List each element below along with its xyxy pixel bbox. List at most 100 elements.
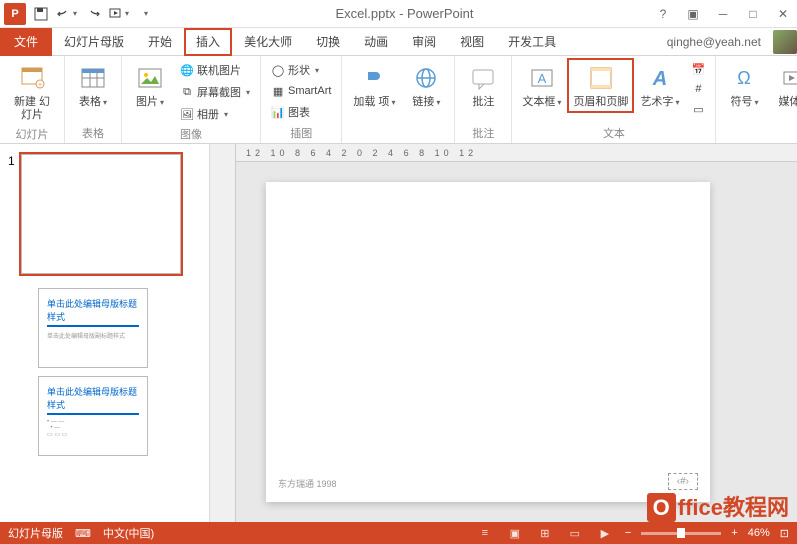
reading-view-icon[interactable]: ▭ [565,525,585,541]
status-bar: 幻灯片母版 ⌨ 中文(中国) ≡ ▣ ⊞ ▭ ▶ − + 46% ⊡ [0,522,797,544]
zoom-level[interactable]: 46% [748,527,770,539]
online-picture-icon: 🌐 [180,63,194,77]
svg-text:A: A [538,71,547,86]
workspace: 1 ★📌 单击此处编辑母版标题样式 单击此处编辑母版副标题样式 单击此处编辑母版… [0,144,797,522]
hyperlink-button[interactable]: 链接▾ [404,60,448,111]
quick-access-toolbar: P ▾ ▾ ▾ [4,3,156,25]
close-icon[interactable]: ✕ [773,4,793,24]
slide-footer-brand: 东方瑞通 1998 [278,477,337,490]
redo-icon[interactable] [82,3,104,25]
qat-customize-icon[interactable]: ▾ [134,3,156,25]
svg-text:Ω: Ω [738,68,751,88]
save-icon[interactable] [30,3,52,25]
table-button[interactable]: 表格▾ [71,60,115,111]
tab-file[interactable]: 文件 [0,28,52,56]
thumb-number: 1 ★📌 [8,154,15,274]
status-language[interactable]: 中文(中国) [103,525,154,541]
tab-slide-master[interactable]: 幻灯片母版 [52,28,136,56]
window-controls: ? ▣ ─ □ ✕ [653,4,793,24]
user-avatar[interactable] [773,30,797,54]
window-title: Excel.pptx - PowerPoint [156,6,653,21]
screenshot-button[interactable]: ⧉屏幕截图▾ [176,82,254,102]
zoom-slider[interactable] [641,532,721,535]
sorter-view-icon[interactable]: ⊞ [535,525,555,541]
group-slides-label: 幻灯片 [16,126,49,142]
ribbon-tabs: 文件 幻灯片母版 开始 插入 美化大师 切换 动画 审阅 视图 开发工具 qin… [0,28,797,56]
group-tables: 表格▾ 表格 [65,56,122,143]
symbol-label: 符号▾ [730,96,758,109]
shapes-button[interactable]: ◯形状▾ [267,60,335,80]
header-footer-button[interactable]: 页眉和页脚 [569,60,632,111]
smartart-icon: ▦ [271,84,285,98]
minimize-icon[interactable]: ─ [713,4,733,24]
maximize-icon[interactable]: □ [743,4,763,24]
online-picture-button[interactable]: 🌐联机图片 [176,60,254,80]
picture-icon [134,62,166,94]
new-slide-button[interactable]: + 新建 幻灯片 [6,60,58,124]
undo-icon[interactable]: ▾ [56,3,78,25]
group-images: 图片▾ 🌐联机图片 ⧉屏幕截图▾ 🖼相册▾ 图像 [122,56,261,143]
table-label: 表格▾ [79,96,107,109]
textbox-label: 文本框▾ [522,96,561,109]
normal-view-icon[interactable]: ▣ [505,525,525,541]
slide-page-number-placeholder[interactable]: ‹#› [668,473,698,490]
group-comments-label: 批注 [472,125,494,141]
notes-button[interactable]: ≡ [475,525,495,541]
slide-thumbnails-panel[interactable]: 1 ★📌 单击此处编辑母版标题样式 单击此处编辑母版副标题样式 单击此处编辑母版… [0,144,210,522]
picture-button[interactable]: 图片▾ [128,60,172,111]
app-logo: P [4,3,26,25]
header-footer-icon [585,62,617,94]
horizontal-ruler[interactable]: 12 10 8 6 4 2 0 2 4 6 8 10 12 [236,144,797,162]
master-slide-thumb[interactable] [21,154,181,274]
hyperlink-icon [410,62,442,94]
tab-beautify[interactable]: 美化大师 [232,28,304,56]
zoom-out-button[interactable]: − [625,527,631,539]
help-icon[interactable]: ? [653,4,673,24]
tab-home[interactable]: 开始 [136,28,184,56]
tab-developer[interactable]: 开发工具 [496,28,568,56]
ribbon-options-icon[interactable]: ▣ [683,4,703,24]
smartart-button[interactable]: ▦SmartArt [267,82,335,100]
group-addins-label [397,129,400,141]
slide-canvas[interactable]: 东方瑞通 1998 ‹#› [266,182,710,502]
tab-review[interactable]: 审阅 [400,28,448,56]
layout-thumb-1[interactable]: 单击此处编辑母版标题样式 单击此处编辑母版副标题样式 [38,288,148,368]
fit-to-window-icon[interactable]: ⊡ [780,527,789,540]
comment-button[interactable]: 批注 [461,60,505,111]
date-time-button[interactable]: 📅 [687,60,709,78]
status-language-icon[interactable]: ⌨ [75,527,91,540]
group-addins: 加载 项▾ 链接▾ [342,56,455,143]
media-icon [776,62,797,94]
slide-number-button[interactable]: # [687,80,709,98]
new-slide-icon: + [16,62,48,94]
tab-view[interactable]: 视图 [448,28,496,56]
chart-button[interactable]: 📊图表 [267,102,335,122]
addins-button[interactable]: 加载 项▾ [348,60,400,111]
layout-thumb-2[interactable]: 单击此处编辑母版标题样式 • — — • —▭ ▭ ▭ [38,376,148,456]
editor-area: 12 10 8 6 4 2 0 2 4 6 8 10 12 东方瑞通 1998 … [210,144,797,522]
object-button[interactable]: ▭ [687,100,709,118]
symbol-icon: Ω [728,62,760,94]
tab-animations[interactable]: 动画 [352,28,400,56]
zoom-in-button[interactable]: + [731,527,737,539]
tab-insert[interactable]: 插入 [184,28,232,56]
hyperlink-label: 链接▾ [412,96,440,109]
user-email[interactable]: qinghe@yeah.net [667,35,761,49]
slideshow-view-icon[interactable]: ▶ [595,525,615,541]
tab-transitions[interactable]: 切换 [304,28,352,56]
symbol-button[interactable]: Ω 符号▾ [722,60,766,111]
media-button[interactable]: 媒体▾ [770,60,797,111]
photo-album-button[interactable]: 🖼相册▾ [176,104,254,124]
wordart-label: 艺术字▾ [640,96,679,109]
textbox-button[interactable]: A 文本框▾ [518,60,565,111]
textbox-icon: A [526,62,558,94]
ribbon: + 新建 幻灯片 幻灯片 表格▾ 表格 图片▾ 🌐联机图片 ⧉屏幕截图▾ 🖼相册… [0,56,797,144]
start-from-beginning-icon[interactable]: ▾ [108,3,130,25]
chart-icon: 📊 [271,105,285,119]
vertical-ruler[interactable] [210,144,236,522]
new-slide-label: 新建 幻灯片 [10,96,54,122]
title-bar: P ▾ ▾ ▾ Excel.pptx - PowerPoint ? ▣ ─ □ … [0,0,797,28]
group-illustrations-label: 插图 [290,125,312,141]
header-footer-label: 页眉和页脚 [573,96,628,109]
wordart-button[interactable]: A 艺术字▾ [636,60,683,111]
